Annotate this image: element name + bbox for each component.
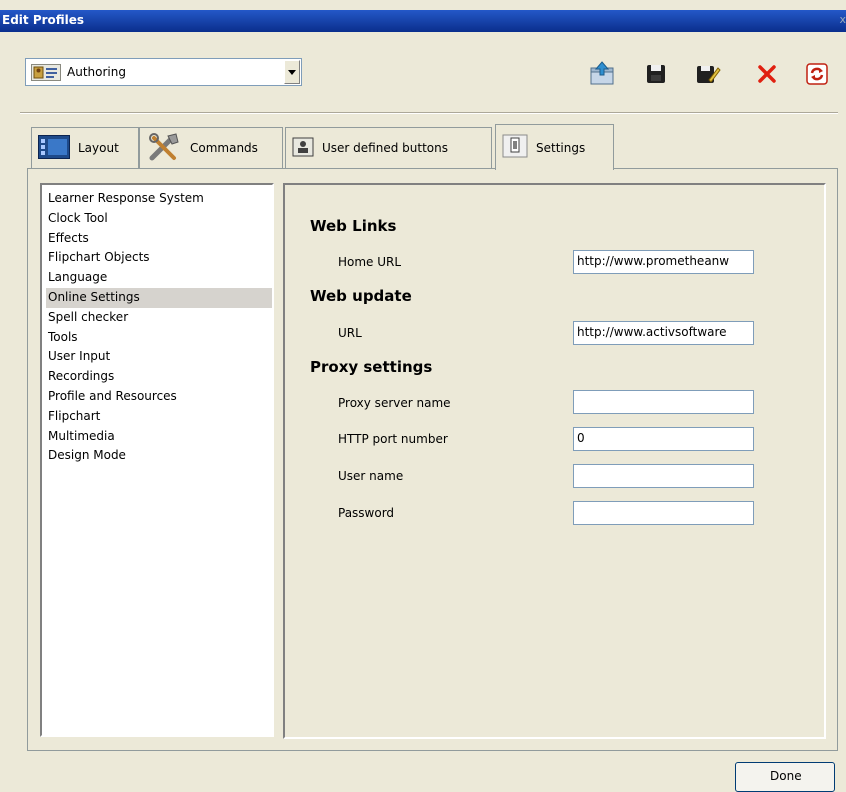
proxy-server-name-label: Proxy server name (338, 396, 451, 410)
settings-icon (502, 134, 528, 161)
chevron-down-icon[interactable] (284, 60, 300, 84)
category-item[interactable]: Flipchart (46, 407, 272, 427)
user-name-label: User name (338, 469, 404, 483)
category-item[interactable]: Language (46, 268, 272, 288)
done-button[interactable]: Done (735, 762, 835, 792)
tools-icon (146, 130, 182, 167)
tab-settings[interactable]: Settings (495, 124, 614, 170)
save-as-icon[interactable] (693, 60, 721, 88)
category-item[interactable]: Flipchart Objects (46, 248, 272, 268)
category-item[interactable]: Clock Tool (46, 209, 272, 229)
tab-user-defined-buttons-label: User defined buttons (322, 141, 448, 155)
web-update-heading: Web update (310, 287, 412, 305)
category-item[interactable]: Design Mode (46, 446, 272, 466)
category-list[interactable]: Learner Response System Clock Tool Effects… (40, 183, 274, 737)
online-settings-panel: Web Links Home URL http://www.promethean… (283, 183, 826, 739)
tab-user-defined-buttons[interactable]: User defined buttons (285, 127, 492, 168)
category-item[interactable]: Learner Response System (46, 189, 272, 209)
http-port-field[interactable]: 0 (573, 427, 754, 451)
tab-layout[interactable]: Layout (31, 127, 139, 168)
web-links-heading: Web Links (310, 217, 397, 235)
update-url-field[interactable]: http://www.activsoftware (573, 321, 754, 345)
password-field[interactable] (573, 501, 754, 525)
password-label: Password (338, 506, 395, 520)
user-button-icon (292, 137, 314, 160)
title-bar: Edit Profiles x (0, 10, 846, 32)
category-item[interactable]: Online Settings (46, 287, 272, 308)
category-item[interactable]: Effects (46, 229, 272, 249)
tab-settings-label: Settings (536, 140, 586, 155)
update-url-label: URL (338, 326, 362, 340)
category-item[interactable]: Spell checker (46, 308, 272, 328)
proxy-settings-heading: Proxy settings (310, 358, 433, 376)
home-url-label: Home URL (338, 255, 402, 269)
tab-layout-label: Layout (78, 141, 119, 155)
http-port-label: HTTP port number (338, 432, 448, 446)
category-item[interactable]: Multimedia (46, 427, 272, 447)
layout-icon (38, 134, 70, 162)
proxy-server-name-field[interactable] (573, 390, 754, 414)
tab-commands-label: Commands (190, 141, 258, 155)
save-icon[interactable] (642, 60, 670, 88)
user-name-field[interactable] (573, 464, 754, 488)
close-icon[interactable]: x (839, 13, 846, 26)
category-item[interactable]: Recordings (46, 367, 272, 387)
profile-select-value: Authoring (67, 65, 126, 79)
tab-commands[interactable]: Commands (139, 127, 283, 168)
reset-icon[interactable] (803, 60, 831, 88)
category-item[interactable]: User Input (46, 347, 272, 367)
window-title: Edit Profiles (2, 13, 85, 27)
profile-icon (31, 64, 61, 81)
export-profile-icon[interactable] (588, 60, 616, 88)
category-item[interactable]: Profile and Resources (46, 387, 272, 407)
profile-select[interactable]: Authoring (25, 58, 302, 86)
toolbar-divider (20, 112, 838, 114)
delete-icon[interactable] (753, 60, 781, 88)
category-item[interactable]: Tools (46, 328, 272, 348)
home-url-field[interactable]: http://www.prometheanw (573, 250, 754, 274)
